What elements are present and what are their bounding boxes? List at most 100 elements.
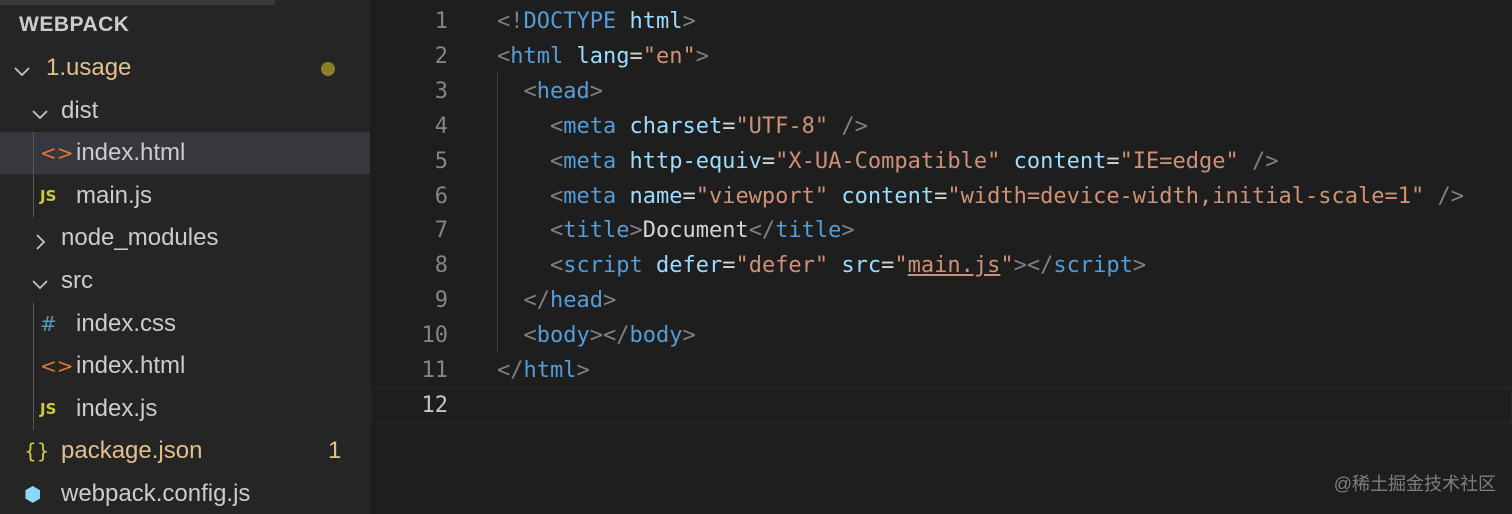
tree-item-label: dist [61,96,99,124]
code-token: = [629,43,643,69]
code-line[interactable]: 7 <title>Document</title> [370,213,1512,248]
tree-file[interactable]: # index.css [0,303,370,345]
code-token: ></ [589,323,630,349]
chevron-down-icon[interactable] [14,59,30,77]
tree-item-label: main.js [76,181,153,209]
code-token: charset [629,113,723,139]
code-token: = [1106,148,1120,174]
code-token: > [682,9,696,34]
code-token: > [1132,253,1147,279]
code-line[interactable]: 10 <body></body> [370,318,1512,353]
code-line[interactable]: 6 <meta name="viewport" content="width=d… [370,179,1512,214]
code-token: > [576,358,590,383]
html-file-icon: <> [40,354,74,379]
tree-file[interactable]: <> index.html [0,345,370,387]
code-token: Document [642,218,749,244]
tree-file[interactable]: JS index.js [0,388,370,430]
chevron-down-icon[interactable] [32,272,48,290]
code-token: < [549,148,564,174]
line-number: 8 [434,253,448,279]
tree-item-label: index.js [76,394,158,422]
code-line[interactable]: 9 </head> [370,283,1512,318]
code-line[interactable]: 8 <script defer="defer" src="main.js"></… [370,248,1512,283]
code-token: meta [563,183,617,209]
tree-folder[interactable]: node_modules [0,217,370,259]
tree-folder[interactable]: dist [0,90,370,132]
code-token: = [881,253,895,279]
code-token: < [497,43,511,69]
explorer-section-header[interactable]: WEBPACK [19,13,129,37]
chevron-down-icon[interactable] [32,102,48,119]
webpack-icon: ⬢ [24,482,42,506]
line-number: 5 [434,148,448,174]
code-token: " [1000,253,1014,279]
code-text: <head> [497,74,603,109]
html-file-icon: <> [40,141,74,166]
code-token: "en" [642,43,696,69]
code-token: ></ [1013,253,1054,279]
code-token: "viewport" [695,183,829,209]
line-number: 6 [434,183,448,209]
code-text: </head> [497,283,617,318]
sidebar-scrollbar[interactable] [0,0,275,5]
code-token: meta [563,148,617,174]
code-text: <script defer="defer" src="main.js"></sc… [497,248,1146,283]
code-token: "defer" [735,253,829,279]
code-editor[interactable]: 1 <!DOCTYPE html> 2 <html lang="en"> 3 <head… [370,0,1512,514]
code-token: = [761,148,776,174]
js-file-icon: JS [40,399,57,418]
code-line[interactable]: 1 <!DOCTYPE html> [370,4,1512,39]
code-token: head [536,78,590,104]
watermark: @稀土掘金技术社区 [1333,474,1496,494]
code-text: <!DOCTYPE html> [497,4,696,39]
code-token: </ [497,358,524,383]
code-token: /> [828,113,868,139]
code-token: src [841,253,882,279]
tree-file[interactable]: JS main.js [0,175,370,217]
tree-folder[interactable]: 1.usage [0,47,370,89]
code-link[interactable]: main.js [908,253,1001,278]
code-token: html [629,9,683,34]
code-line[interactable]: 5 <meta http-equiv="X-UA-Compatible" con… [370,144,1512,179]
js-file-icon: JS [40,186,57,205]
tree-item-label: 1.usage [46,54,132,81]
code-token: = [722,113,736,139]
tree-folder[interactable]: src [0,260,370,302]
code-token: defer [655,253,723,279]
code-line[interactable]: 4 <meta charset="UTF-8" /> [370,109,1512,144]
code-line[interactable]: 2 <html lang="en"> [370,39,1512,74]
code-token: " [894,253,908,279]
code-text: </html> [497,353,590,388]
code-text: <meta name="viewport" content="width=dev… [497,179,1464,214]
modified-dot-icon [321,62,335,76]
tree-file[interactable]: ⬢ webpack.config.js [0,473,370,514]
code-text: <html lang="en"> [497,39,709,74]
code-token: http-equiv [629,148,762,174]
code-line[interactable]: 12 [370,388,1512,423]
tree-item-label: package.json [61,437,203,465]
code-token: < [523,78,537,104]
code-token: > [629,218,643,244]
indent-guide [497,73,498,353]
code-token: title [563,218,630,244]
tree-file[interactable]: {} package.json 1 [0,430,370,472]
line-number: 3 [434,78,448,104]
code-text: <body></body> [497,318,696,353]
code-token: </ [523,288,551,314]
line-number: 4 [434,113,448,139]
code-token: < [549,218,564,244]
code-line[interactable]: 11 </html> [370,353,1512,388]
explorer-sidebar: WEBPACK 1.usage dist <> index.html JS main.js… [0,0,370,514]
code-line[interactable]: 3 <head> [370,74,1512,109]
tree-file[interactable]: <> index.html [0,132,370,175]
code-token: <! [497,9,524,34]
chevron-right-icon[interactable] [32,229,48,251]
tree-item-label: src [61,267,93,294]
